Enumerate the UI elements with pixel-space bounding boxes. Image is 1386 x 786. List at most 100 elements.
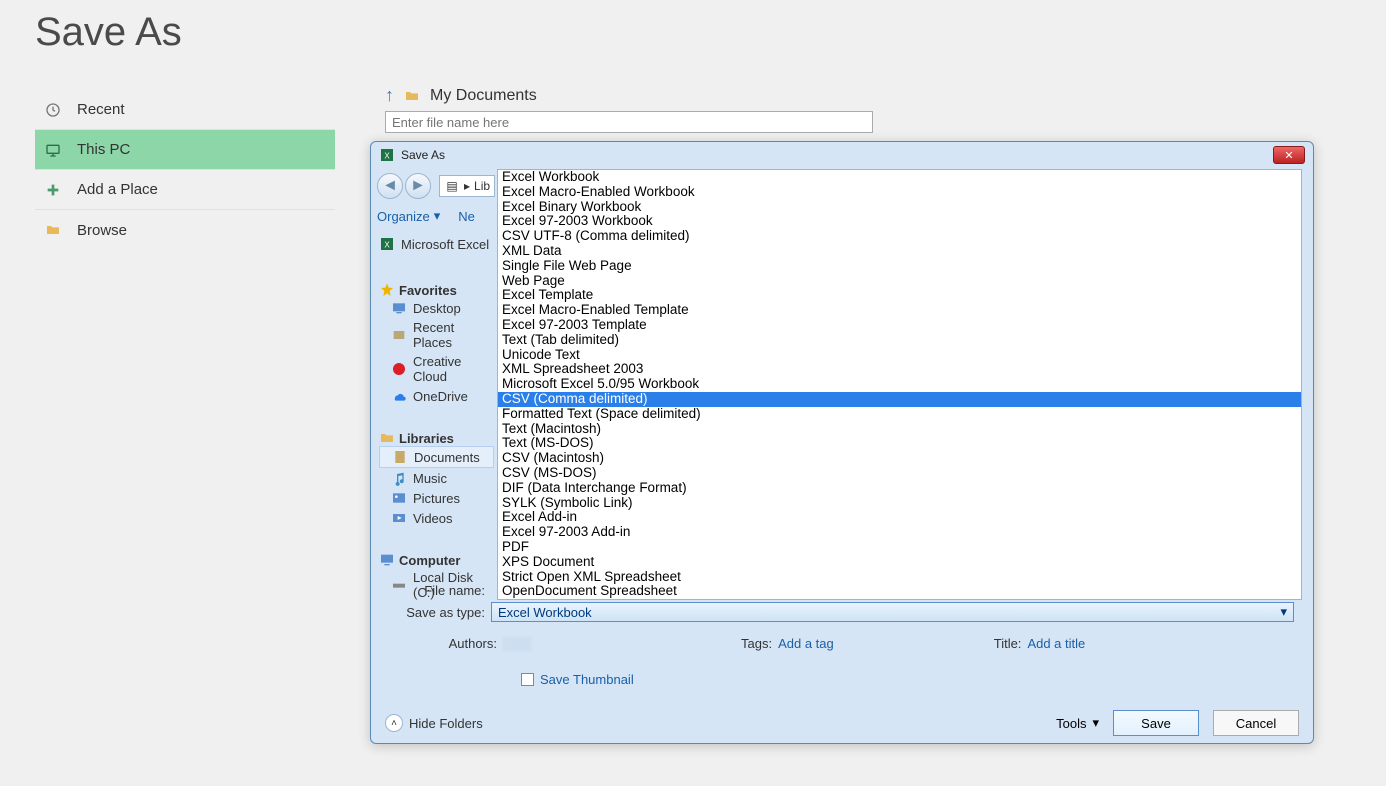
file-type-option[interactable]: Excel 97-2003 Template xyxy=(498,318,1301,333)
file-type-option[interactable]: Microsoft Excel 5.0/95 Workbook xyxy=(498,377,1301,392)
sidebar-item-addplace[interactable]: Add a Place xyxy=(35,170,335,210)
file-type-option[interactable]: Excel Add-in xyxy=(498,510,1301,525)
file-type-option[interactable]: Web Page xyxy=(498,274,1301,289)
plus-icon xyxy=(45,182,61,198)
thispc-icon xyxy=(45,142,61,158)
file-type-option[interactable]: Excel Macro-Enabled Workbook xyxy=(498,185,1301,200)
folder-icon xyxy=(45,222,61,238)
nav-item-music[interactable]: Music xyxy=(379,468,494,488)
file-type-option[interactable]: DIF (Data Interchange Format) xyxy=(498,481,1301,496)
nav-back-button[interactable]: ◄ xyxy=(377,173,403,199)
address-segment: Lib xyxy=(474,179,490,193)
library-icon xyxy=(379,430,395,446)
close-button[interactable]: ✕ xyxy=(1273,146,1305,164)
sidebar-item-browse[interactable]: Browse xyxy=(35,210,335,250)
file-type-option[interactable]: SYLK (Symbolic Link) xyxy=(498,496,1301,511)
filename-input[interactable] xyxy=(385,111,873,133)
pictures-icon xyxy=(391,490,407,506)
file-type-option[interactable]: CSV (Comma delimited) xyxy=(498,392,1301,407)
up-arrow-icon[interactable]: ↑ xyxy=(385,85,394,106)
breadcrumb[interactable]: My Documents xyxy=(430,87,537,105)
dialog-footer: ˄ Hide Folders Tools▾ Save Cancel xyxy=(371,703,1313,743)
nav-heading-favorites[interactable]: Favorites xyxy=(379,282,494,298)
save-as-type-value: Excel Workbook xyxy=(498,605,592,620)
file-type-option[interactable]: Text (Tab delimited) xyxy=(498,333,1301,348)
file-type-option[interactable]: Excel Macro-Enabled Template xyxy=(498,303,1301,318)
address-bar[interactable]: ▤ ▸ Lib xyxy=(439,175,495,197)
file-type-option[interactable]: Text (Macintosh) xyxy=(498,422,1301,437)
file-type-option[interactable]: Single File Web Page xyxy=(498,259,1301,274)
star-icon xyxy=(379,282,395,298)
file-type-option[interactable]: Formatted Text (Space delimited) xyxy=(498,407,1301,422)
sidebar-item-label: Browse xyxy=(77,222,127,239)
file-type-dropdown[interactable]: Excel WorkbookExcel Macro-Enabled Workbo… xyxy=(497,169,1302,600)
file-type-option[interactable]: Excel 97-2003 Add-in xyxy=(498,525,1301,540)
folder-icon xyxy=(404,88,420,104)
file-type-option[interactable]: Text (MS-DOS) xyxy=(498,436,1301,451)
sidebar: Recent This PC Add a Place Browse xyxy=(35,90,335,250)
nav-item-pictures[interactable]: Pictures xyxy=(379,488,494,508)
nav-heading-libraries[interactable]: Libraries xyxy=(379,430,494,446)
authors-label: Authors: xyxy=(449,636,497,651)
sidebar-item-label: This PC xyxy=(77,141,130,158)
file-type-option[interactable]: PDF xyxy=(498,540,1301,555)
title-label: Title: xyxy=(994,636,1022,651)
add-title-link[interactable]: Add a title xyxy=(1027,636,1085,651)
nav-heading-computer[interactable]: Computer xyxy=(379,552,494,568)
file-type-option[interactable]: XML Data xyxy=(498,244,1301,259)
sidebar-item-label: Recent xyxy=(77,101,125,118)
save-button[interactable]: Save xyxy=(1113,710,1199,736)
arrow-left-icon: ◄ xyxy=(382,177,398,195)
nav-item-videos[interactable]: Videos xyxy=(379,508,494,528)
tags-label: Tags: xyxy=(741,636,772,651)
file-type-option[interactable]: XPS Document xyxy=(498,555,1301,570)
file-type-option[interactable]: CSV UTF-8 (Comma delimited) xyxy=(498,229,1301,244)
recent-icon xyxy=(391,327,407,343)
file-type-option[interactable]: Excel Binary Workbook xyxy=(498,200,1301,215)
nav-item-creativecloud[interactable]: Creative Cloud xyxy=(379,352,494,386)
nav-item-desktop[interactable]: Desktop xyxy=(379,298,494,318)
save-as-type-select[interactable]: Excel Workbook ▾ xyxy=(491,602,1294,622)
sidebar-item-thispc[interactable]: This PC xyxy=(35,130,335,170)
file-type-option[interactable]: CSV (Macintosh) xyxy=(498,451,1301,466)
chevron-up-icon: ˄ xyxy=(385,714,403,732)
save-as-dialog: X Save As ✕ ◄ ► ▤ ▸ Lib Organize ▾ Ne Ex… xyxy=(370,141,1314,744)
new-folder-button[interactable]: Ne xyxy=(458,209,475,224)
organize-button[interactable]: Organize ▾ xyxy=(377,208,440,224)
add-tag-link[interactable]: Add a tag xyxy=(778,636,834,651)
hide-folders-button[interactable]: ˄ Hide Folders xyxy=(385,714,483,732)
nav-item-onedrive[interactable]: OneDrive xyxy=(379,386,494,406)
file-type-option[interactable]: Excel Template xyxy=(498,288,1301,303)
file-type-option[interactable]: XML Spreadsheet 2003 xyxy=(498,362,1301,377)
chevron-down-icon: ▾ xyxy=(1092,715,1099,731)
file-type-option[interactable]: CSV (MS-DOS) xyxy=(498,466,1301,481)
computer-icon xyxy=(379,552,395,568)
save-thumbnail-label: Save Thumbnail xyxy=(540,672,634,687)
sidebar-item-label: Add a Place xyxy=(77,181,158,198)
chevron-down-icon: ▾ xyxy=(434,208,441,224)
sidebar-item-recent[interactable]: Recent xyxy=(35,90,335,130)
chevron-down-icon: ▾ xyxy=(1280,604,1287,620)
cloud-icon xyxy=(391,388,407,404)
svg-text:X: X xyxy=(384,151,390,160)
cc-icon xyxy=(391,361,407,377)
cancel-button[interactable]: Cancel xyxy=(1213,710,1299,736)
tools-button[interactable]: Tools▾ xyxy=(1056,715,1099,731)
nav-item-documents[interactable]: Documents xyxy=(379,446,494,468)
nav-forward-button[interactable]: ► xyxy=(405,173,431,199)
file-type-option[interactable]: Excel 97-2003 Workbook xyxy=(498,214,1301,229)
nav-item-excel[interactable]: X Microsoft Excel xyxy=(379,234,494,254)
dialog-title: Save As xyxy=(401,148,445,162)
nav-item-recentplaces[interactable]: Recent Places xyxy=(379,318,494,352)
save-thumbnail-checkbox[interactable] xyxy=(521,673,534,686)
close-icon: ✕ xyxy=(1284,149,1293,162)
music-icon xyxy=(391,470,407,486)
dialog-titlebar: X Save As ✕ xyxy=(371,142,1313,168)
file-type-option[interactable]: Unicode Text xyxy=(498,348,1301,363)
page-title: Save As xyxy=(35,10,182,55)
file-type-option[interactable]: Excel Workbook xyxy=(498,170,1301,185)
clock-icon xyxy=(45,102,61,118)
videos-icon xyxy=(391,510,407,526)
svg-text:X: X xyxy=(384,240,390,249)
excel-icon: X xyxy=(379,147,395,163)
